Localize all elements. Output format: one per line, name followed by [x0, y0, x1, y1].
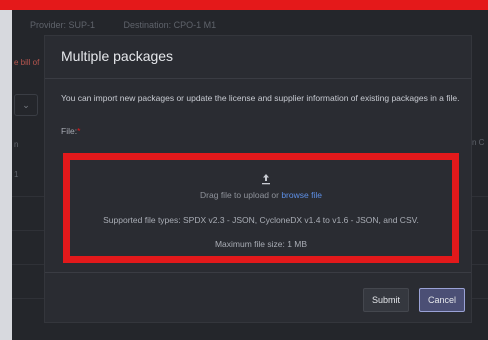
left-side-strip [0, 10, 12, 340]
background-row-partial: n [14, 140, 19, 149]
background-subheader: Provider: SUP-1 Destination: CPO-1 M1 [30, 20, 242, 30]
chevron-down-icon[interactable]: ⌄ [14, 94, 38, 116]
cancel-button[interactable]: Cancel [419, 288, 465, 312]
submit-button[interactable]: Submit [363, 288, 409, 312]
max-file-size: Maximum file size: 1 MB [214, 239, 308, 249]
dialog-header: Multiple packages [45, 36, 471, 79]
file-field-label: File:* [61, 126, 80, 136]
provider-text: Provider: SUP-1 [30, 20, 96, 30]
file-label-text: File: [61, 126, 78, 136]
browse-file-link[interactable]: browse file [281, 190, 322, 200]
supported-file-types: Supported file types: SPDX v2.3 - JSON, … [103, 215, 419, 225]
top-red-bar [0, 0, 488, 10]
upload-icon [262, 174, 270, 185]
dialog-title: Multiple packages [61, 48, 174, 64]
drag-text: Drag file to upload or [200, 190, 282, 200]
dialog-intro-text: You can import new packages or update th… [61, 93, 460, 103]
drag-instructions: Drag file to upload or browse file [70, 190, 452, 200]
destination-text: Destination: CPO-1 M1 [123, 20, 217, 30]
file-dropzone[interactable]: Drag file to upload or browse file Suppo… [63, 153, 459, 263]
background-row-partial: 1 [14, 170, 19, 179]
background-right-partial: n C [472, 138, 485, 147]
multiple-packages-dialog: Multiple packages You can import new pac… [44, 35, 472, 323]
background-tab-partial[interactable]: e bill of [14, 58, 39, 67]
required-marker: * [77, 126, 81, 136]
dialog-footer-divider [45, 272, 471, 273]
